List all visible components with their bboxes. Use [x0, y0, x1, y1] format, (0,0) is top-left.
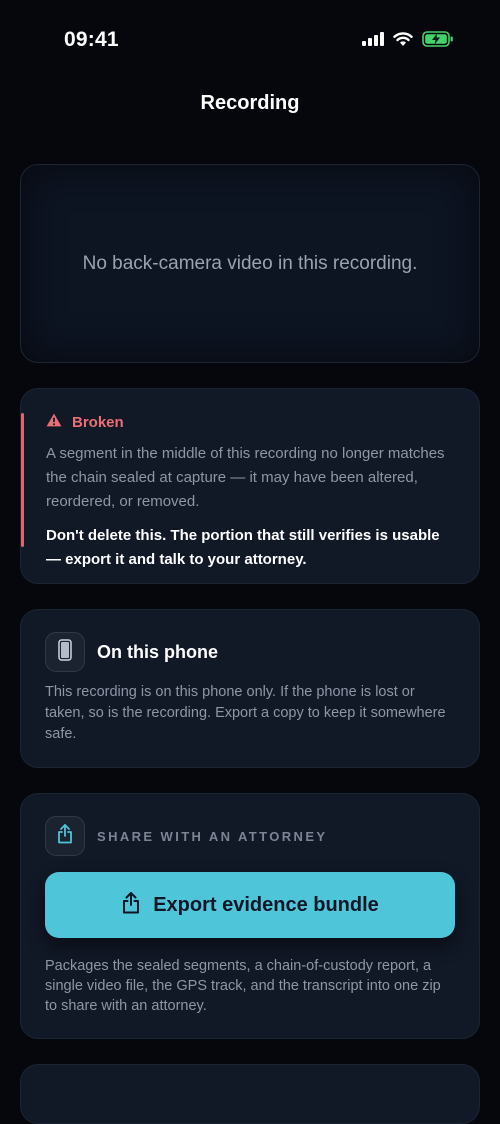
export-evidence-button[interactable]: Export evidence bundle [45, 872, 455, 938]
next-card-partial [20, 1064, 480, 1124]
integrity-status-card: Broken A segment in the middle of this r… [20, 388, 480, 584]
warning-triangle-icon [46, 413, 62, 432]
phone-icon-tile [45, 632, 85, 672]
share-icon [56, 823, 74, 849]
page-title: Recording [200, 92, 300, 114]
video-preview: No back-camera video in this recording. [20, 164, 480, 363]
share-icon [121, 891, 141, 919]
status-label: Broken [72, 414, 124, 431]
status-description: A segment in the middle of this recordin… [46, 445, 445, 510]
share-description: Packages the sealed segments, a chain-of… [45, 958, 441, 1014]
share-kicker: SHARE WITH AN ATTORNEY [97, 828, 328, 844]
cellular-signal-icon [362, 32, 384, 51]
share-header: SHARE WITH AN ATTORNEY [45, 816, 455, 856]
share-icon-tile [45, 816, 85, 856]
wifi-icon [393, 31, 413, 52]
status-time: 09:41 [64, 28, 119, 51]
share-card: SHARE WITH AN ATTORNEY Export evidence b… [20, 793, 480, 1039]
storage-card: On this phone This recording is on this … [20, 609, 480, 768]
status-bar: 09:41 [0, 0, 500, 80]
battery-charging-icon [422, 31, 454, 52]
status-advice: Don't delete this. The portion that stil… [46, 527, 440, 568]
status-badge: Broken [46, 413, 455, 432]
phone-icon [58, 638, 72, 666]
export-button-label: Export evidence bundle [153, 893, 379, 916]
storage-description: This recording is on this phone only. If… [45, 684, 446, 742]
status-accent-bar [21, 413, 24, 547]
storage-header: On this phone [45, 632, 455, 672]
storage-title: On this phone [97, 641, 218, 662]
status-icons [362, 31, 454, 52]
no-video-message: No back-camera video in this recording. [82, 252, 418, 274]
